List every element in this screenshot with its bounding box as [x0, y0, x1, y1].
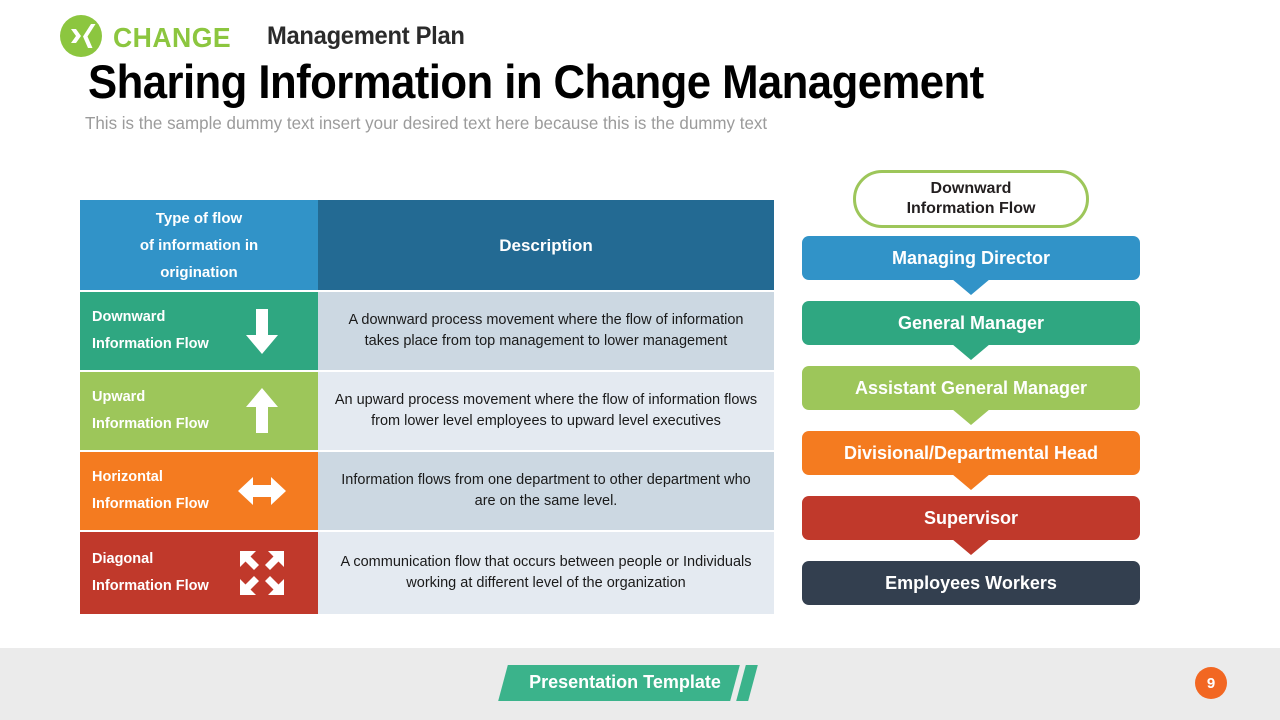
table-cell-description: Information flows from one department to…	[318, 452, 774, 530]
callout-line1: Downward	[930, 180, 1012, 197]
footer-plan-label: Management Plan	[267, 22, 465, 50]
chevron-down-icon	[952, 344, 990, 360]
page-subtitle: This is the sample dummy text insert you…	[85, 113, 768, 133]
presentation-template-label: Presentation Template	[529, 672, 721, 692]
table-cell-type: Downward Information Flow	[80, 292, 318, 370]
change-logo-icon	[60, 15, 102, 57]
table-header-row: Type of flow of information in originati…	[80, 200, 774, 290]
chevron-down-icon	[952, 474, 990, 490]
footer-brand-label: CHANGE	[113, 22, 232, 53]
table-cell-description: A communication flow that occurs between…	[318, 532, 774, 614]
information-flow-table: Type of flow of information in originati…	[80, 200, 774, 616]
flow-type-label-line2: Information Flow	[92, 416, 209, 432]
flow-type-label-line2: Information Flow	[92, 496, 209, 512]
table-header-type-line3: origination	[160, 263, 238, 281]
flow-bar-supervisor[interactable]: Supervisor	[802, 496, 1140, 555]
flow-type-label-line1: Diagonal	[92, 551, 154, 567]
flow-bar-employees-workers[interactable]: Employees Workers	[802, 561, 1140, 605]
page-number-badge: 9	[1195, 667, 1227, 699]
flow-bar-general-manager[interactable]: General Manager	[802, 301, 1140, 360]
organization-flow-chain: Downward Information Flow Managing Direc…	[802, 170, 1140, 605]
flow-bar-divisional-departmental-head[interactable]: Divisional/Departmental Head	[802, 431, 1140, 490]
arrow-left-right-icon	[236, 465, 288, 517]
flow-bar-label: Supervisor	[923, 507, 1019, 528]
chevron-down-icon	[952, 409, 990, 425]
flow-bar-managing-director[interactable]: Managing Director	[802, 236, 1140, 295]
table-cell-type: Diagonal Information Flow	[80, 532, 318, 614]
flow-bar-assistant-general-manager[interactable]: Assistant General Manager	[802, 366, 1140, 425]
table-header-description-cell: Description	[318, 200, 774, 290]
flow-bar-label: Divisional/Departmental Head	[843, 442, 1099, 463]
flow-type-label-line1: Downward	[92, 309, 166, 325]
flow-bar-label: Assistant General Manager	[854, 377, 1088, 398]
arrow-diagonal-cross-icon	[236, 547, 288, 599]
table-cell-type: Horizontal Information Flow	[80, 452, 318, 530]
table-row[interactable]: Upward Information Flow An upward proces…	[80, 372, 774, 450]
callout-line2: Information Flow	[906, 200, 1036, 217]
flow-bar-label: Managing Director	[891, 247, 1051, 268]
table-cell-type: Upward Information Flow	[80, 372, 318, 450]
flow-bar-label: General Manager	[897, 312, 1045, 333]
table-row[interactable]: Downward Information Flow A downward pro…	[80, 292, 774, 370]
table-cell-description: A downward process movement where the fl…	[318, 292, 774, 370]
callout-downward-information-flow: Downward Information Flow	[853, 170, 1089, 228]
arrow-up-icon	[236, 385, 288, 437]
table-cell-description: An upward process movement where the flo…	[318, 372, 774, 450]
flow-type-label-line1: Horizontal	[92, 469, 163, 485]
flow-type-label-line1: Upward	[92, 389, 146, 405]
table-header-type-cell: Type of flow of information in originati…	[80, 200, 318, 290]
flow-type-label-line2: Information Flow	[92, 336, 209, 352]
table-header-type-line1: Type of flow	[155, 209, 243, 227]
flow-bar-label: Employees Workers	[885, 572, 1057, 593]
chevron-down-icon	[952, 279, 990, 295]
table-row[interactable]: Diagonal Information Flow A communicatio…	[80, 532, 774, 614]
flow-type-label-line2: Information Flow	[92, 578, 209, 594]
table-row[interactable]: Horizontal Information Flow Information …	[80, 452, 774, 530]
arrow-down-icon	[236, 305, 288, 357]
table-header-type-line2: of information in	[139, 236, 259, 254]
chevron-down-icon	[952, 539, 990, 555]
page-title: Sharing Information in Change Management	[88, 55, 984, 108]
